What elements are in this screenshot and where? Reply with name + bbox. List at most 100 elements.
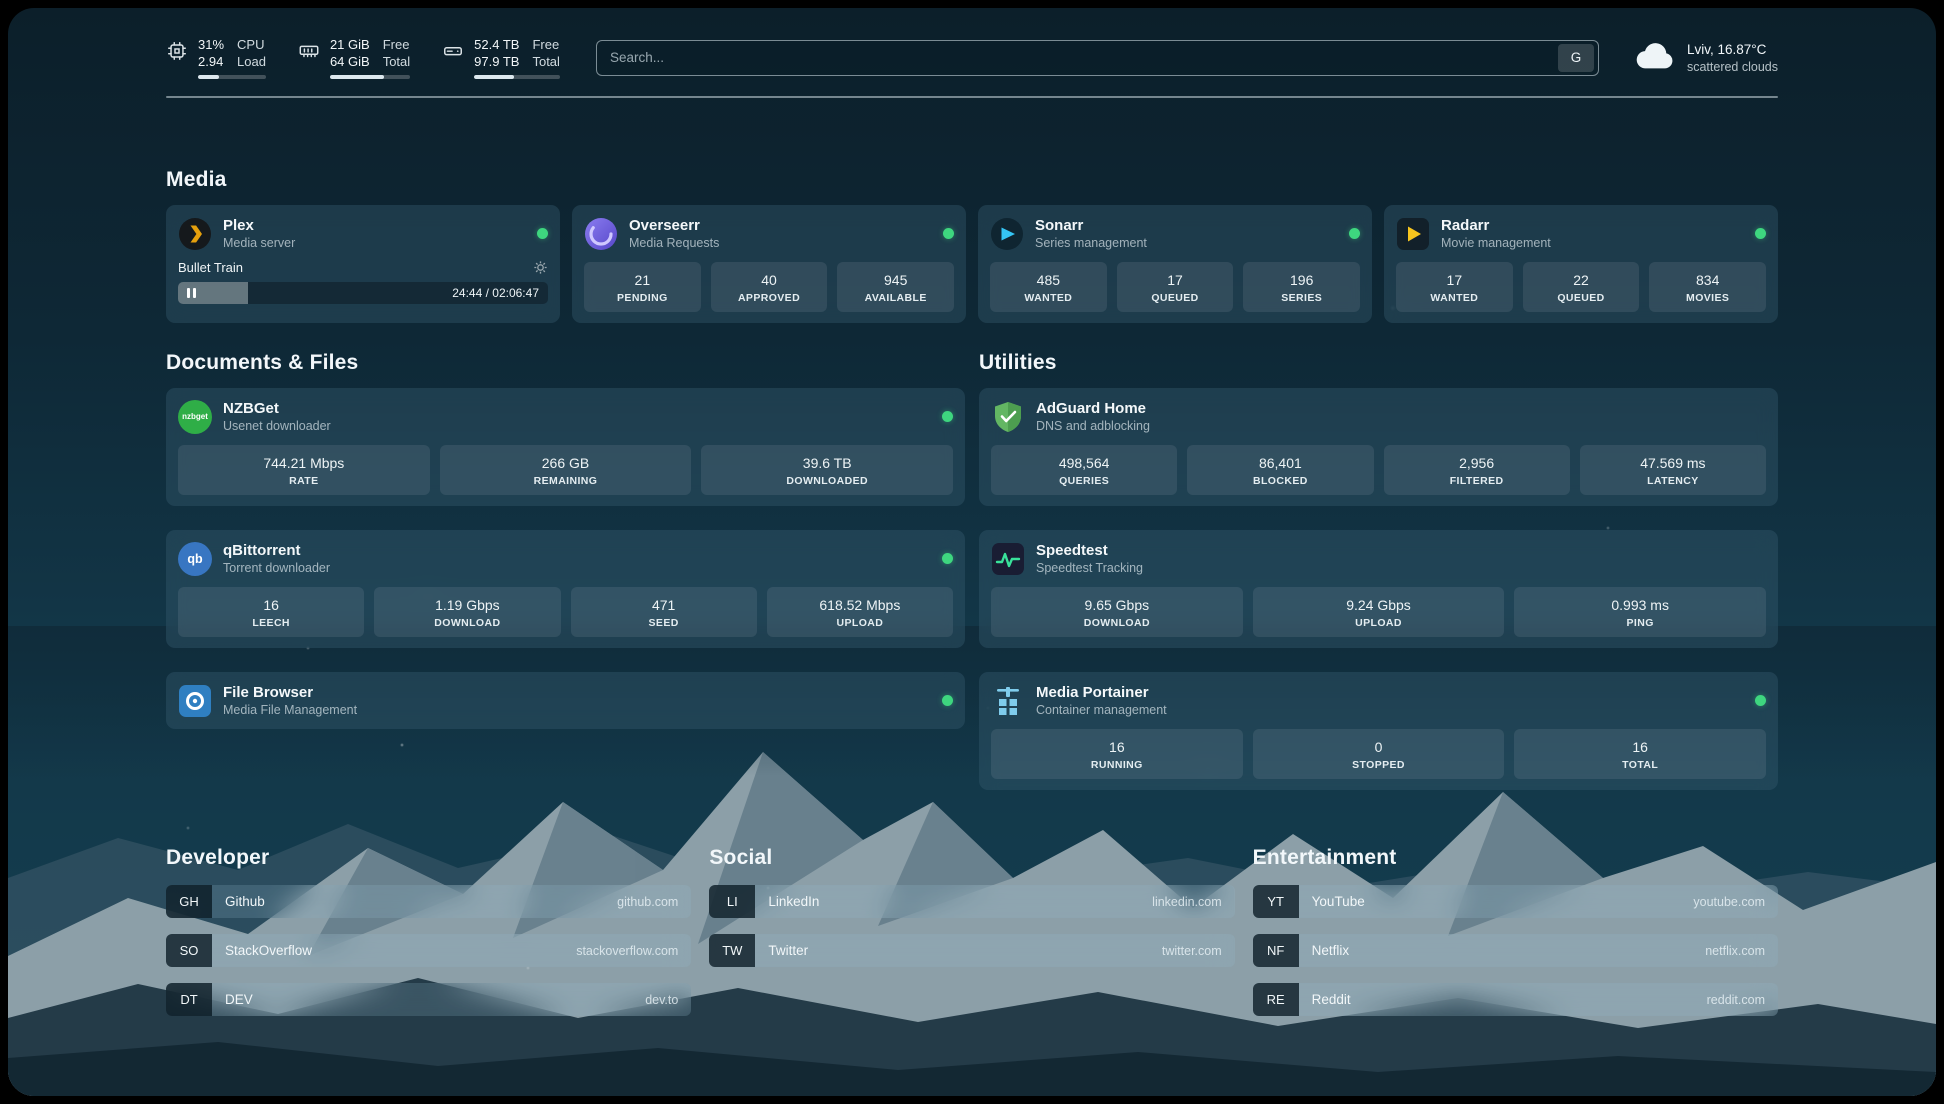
stat-download: 1.19 Gbps DOWNLOAD — [374, 587, 560, 637]
overseerr-icon — [584, 217, 618, 251]
gear-icon[interactable] — [533, 260, 548, 275]
service-name: Radarr — [1441, 216, 1551, 235]
bookmark-name: StackOverflow — [212, 934, 576, 967]
service-link-adguard[interactable]: AdGuard Home DNS and adblocking — [991, 399, 1766, 434]
stat-total: 16 TOTAL — [1514, 729, 1766, 779]
service-subtitle: Series management — [1035, 235, 1147, 251]
bookmark-linkedin[interactable]: LI LinkedIn linkedin.com — [709, 885, 1234, 918]
media-section-title: Media — [166, 168, 1778, 192]
service-card-filebrowser: File Browser Media File Management — [166, 672, 965, 729]
status-indicator — [1349, 228, 1360, 239]
weather-widget[interactable]: Lviv, 16.87°C scattered clouds — [1635, 41, 1778, 75]
service-link-filebrowser[interactable]: File Browser Media File Management — [178, 683, 953, 718]
service-subtitle: Media server — [223, 235, 295, 251]
bookmark-group-social: Social LI LinkedIn linkedin.com TW Twitt… — [709, 846, 1234, 1032]
stat-latency: 47.569 ms LATENCY — [1580, 445, 1766, 495]
cpu-label: CPU — [237, 36, 266, 53]
service-link-overseerr[interactable]: Overseerr Media Requests — [584, 216, 954, 251]
service-link-sonarr[interactable]: Sonarr Series management — [990, 216, 1360, 251]
disk-usage-bar — [474, 75, 560, 79]
service-link-qbittorrent[interactable]: qb qBittorrent Torrent downloader — [178, 541, 953, 576]
service-card-nzbget: nzbget NZBGet Usenet downloader 744.21 M… — [166, 388, 965, 506]
status-indicator — [1755, 228, 1766, 239]
service-link-nzbget[interactable]: nzbget NZBGet Usenet downloader — [178, 399, 953, 434]
bookmark-reddit[interactable]: RE Reddit reddit.com — [1253, 983, 1778, 1016]
section-utilities: Utilities AdGuard Home DNS and adblockin… — [979, 351, 1778, 790]
ram-free-label: Free — [383, 36, 410, 53]
memory-icon — [298, 40, 320, 79]
service-name: qBittorrent — [223, 541, 330, 560]
bookmark-github[interactable]: GH Github github.com — [166, 885, 691, 918]
stat-approved: 40 APPROVED — [711, 262, 828, 312]
service-name: Sonarr — [1035, 216, 1147, 235]
resource-widgets: 31% 2.94 CPU Load — [166, 36, 560, 79]
service-subtitle: Movie management — [1441, 235, 1551, 251]
search-input[interactable] — [597, 50, 1558, 65]
stat-running: 16 RUNNING — [991, 729, 1243, 779]
stat-upload: 618.52 Mbps UPLOAD — [767, 587, 953, 637]
status-indicator — [1755, 695, 1766, 706]
stat-remaining: 266 GB REMAINING — [440, 445, 692, 495]
service-card-adguard: AdGuard Home DNS and adblocking 498,564 … — [979, 388, 1778, 506]
cpu-load-label: Load — [237, 53, 266, 70]
service-subtitle: Usenet downloader — [223, 418, 331, 434]
plex-icon — [178, 217, 212, 251]
bookmark-name: Netflix — [1299, 934, 1706, 967]
service-link-portainer[interactable]: Media Portainer Container management — [991, 683, 1766, 718]
bookmark-group-developer: Developer GH Github github.com SO StackO… — [166, 846, 691, 1032]
bookmark-group-entertainment: Entertainment YT YouTube youtube.com NF … — [1253, 846, 1778, 1032]
stat-wanted: 485 WANTED — [990, 262, 1107, 312]
adguard-icon — [991, 400, 1025, 434]
now-playing-title: Bullet Train — [178, 260, 243, 275]
bookmark-twitter[interactable]: TW Twitter twitter.com — [709, 934, 1234, 967]
service-name: Plex — [223, 216, 295, 235]
service-subtitle: Media Requests — [629, 235, 719, 251]
service-name: Speedtest — [1036, 541, 1143, 560]
developer-section-title: Developer — [166, 846, 691, 870]
section-documents: Documents & Files nzbget NZBGet Usenet d… — [166, 351, 965, 729]
search-box: G — [596, 40, 1599, 76]
bookmark-abbr: GH — [166, 885, 212, 918]
service-link-speedtest[interactable]: Speedtest Speedtest Tracking — [991, 541, 1766, 576]
service-card-plex: Plex Media server Bullet Train — [166, 205, 560, 323]
cpu-load-value: 2.94 — [198, 53, 224, 70]
service-subtitle: Torrent downloader — [223, 560, 330, 576]
service-card-qbittorrent: qb qBittorrent Torrent downloader 16 LEE… — [166, 530, 965, 648]
header-divider — [166, 96, 1778, 98]
bookmark-abbr: TW — [709, 934, 755, 967]
disk-icon — [442, 40, 464, 79]
cpu-usage-bar — [198, 75, 266, 79]
qbittorrent-icon: qb — [178, 542, 212, 576]
bookmark-url: linkedin.com — [1152, 885, 1234, 918]
service-link-radarr[interactable]: Radarr Movie management — [1396, 216, 1766, 251]
disk-total-value: 97.9 TB — [474, 53, 519, 70]
stat-queued: 17 QUEUED — [1117, 262, 1234, 312]
bookmark-abbr: NF — [1253, 934, 1299, 967]
section-media: Media Plex Media server — [166, 168, 1778, 323]
status-indicator — [942, 411, 953, 422]
cloud-icon — [1635, 41, 1675, 75]
stat-blocked: 86,401 BLOCKED — [1187, 445, 1373, 495]
bookmark-stackoverflow[interactable]: SO StackOverflow stackoverflow.com — [166, 934, 691, 967]
bookmark-netflix[interactable]: NF Netflix netflix.com — [1253, 934, 1778, 967]
service-name: NZBGet — [223, 399, 331, 418]
service-name: Overseerr — [629, 216, 719, 235]
weather-location: Lviv, 16.87°C — [1687, 41, 1778, 59]
radarr-icon — [1396, 217, 1430, 251]
ram-usage-bar — [330, 75, 410, 79]
stat-queued: 22 QUEUED — [1523, 262, 1640, 312]
bookmark-url: reddit.com — [1707, 983, 1778, 1016]
utilities-section-title: Utilities — [979, 351, 1778, 375]
service-name: Media Portainer — [1036, 683, 1167, 702]
bookmark-youtube[interactable]: YT YouTube youtube.com — [1253, 885, 1778, 918]
pause-button[interactable] — [178, 282, 204, 304]
sonarr-icon — [990, 217, 1024, 251]
service-card-sonarr: Sonarr Series management 485 WANTED 17 Q… — [978, 205, 1372, 323]
search-provider-button[interactable]: G — [1558, 44, 1594, 72]
bookmark-dev[interactable]: DT DEV dev.to — [166, 983, 691, 1016]
entertainment-section-title: Entertainment — [1253, 846, 1778, 870]
bookmark-url: github.com — [617, 885, 691, 918]
stat-wanted: 17 WANTED — [1396, 262, 1513, 312]
service-link-plex[interactable]: Plex Media server — [178, 216, 548, 251]
bookmark-url: netflix.com — [1705, 934, 1778, 967]
